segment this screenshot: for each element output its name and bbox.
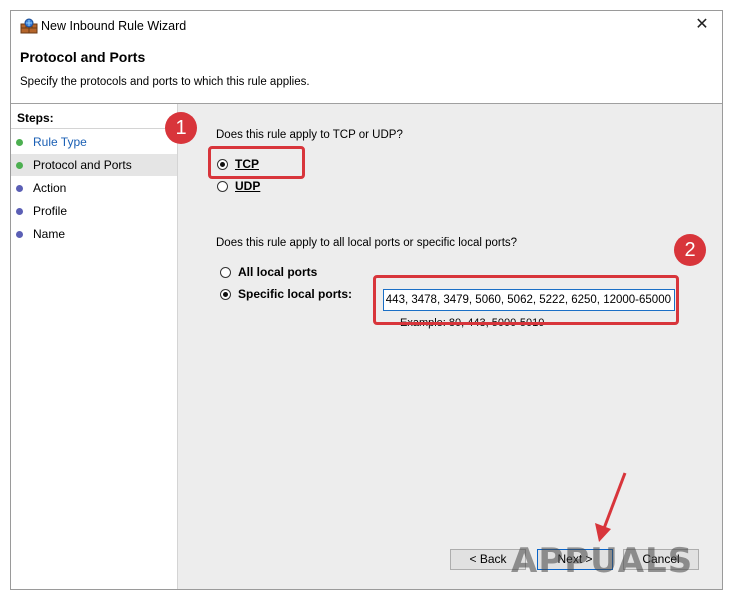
steps-panel: Steps: Rule Type Protocol and Ports Acti… <box>11 104 178 589</box>
step-label: Rule Type <box>33 135 87 149</box>
step-current-icon <box>16 162 23 169</box>
radio-button[interactable] <box>217 181 228 192</box>
wizard-header: Protocol and Ports Specify the protocols… <box>11 41 722 103</box>
protocol-question: Does this rule apply to TCP or UDP? <box>216 129 403 141</box>
steps-title: Steps: <box>17 111 54 125</box>
step-action[interactable]: Action <box>11 177 177 199</box>
page-description: Specify the protocols and ports to which… <box>20 76 310 88</box>
step-pending-icon <box>16 208 23 215</box>
radio-button-checked[interactable] <box>220 289 231 300</box>
ports-highlight-box <box>373 275 679 325</box>
step-pending-icon <box>16 231 23 238</box>
udp-radio[interactable]: UDP <box>217 179 297 197</box>
udp-label: UDP <box>235 179 261 193</box>
all-local-ports-radio[interactable]: All local ports <box>220 265 360 283</box>
step-label: Profile <box>33 204 68 218</box>
specific-local-ports-radio[interactable]: Specific local ports: <box>220 287 370 305</box>
radio-button[interactable] <box>220 267 231 278</box>
annotation-badge-2: 2 <box>674 234 706 266</box>
step-name[interactable]: Name <box>11 223 177 245</box>
step-profile[interactable]: Profile <box>11 200 177 222</box>
step-label: Protocol and Ports <box>33 158 132 172</box>
title-bar: New Inbound Rule Wizard ✕ <box>11 11 722 41</box>
step-rule-type[interactable]: Rule Type <box>11 131 177 153</box>
firewall-icon <box>20 18 38 34</box>
step-protocol-and-ports[interactable]: Protocol and Ports <box>11 154 177 176</box>
step-label: Action <box>33 181 67 195</box>
watermark-logo: APPUALS <box>511 541 694 581</box>
steps-divider <box>11 128 177 129</box>
close-button[interactable]: ✕ <box>682 11 722 39</box>
wizard-body: Steps: Rule Type Protocol and Ports Acti… <box>11 104 722 589</box>
step-pending-icon <box>16 185 23 192</box>
all-local-ports-label: All local ports <box>238 265 318 279</box>
step-label: Name <box>33 227 66 241</box>
page-title: Protocol and Ports <box>20 49 146 65</box>
tcp-highlight-box <box>208 146 305 179</box>
step-complete-icon <box>16 139 23 146</box>
ports-question: Does this rule apply to all local ports … <box>216 237 518 249</box>
window-title: New Inbound Rule Wizard <box>41 19 187 33</box>
wizard-window: New Inbound Rule Wizard ✕ Protocol and P… <box>10 10 723 590</box>
specific-local-ports-label: Specific local ports: <box>238 287 353 301</box>
annotation-badge-1: 1 <box>165 112 197 144</box>
